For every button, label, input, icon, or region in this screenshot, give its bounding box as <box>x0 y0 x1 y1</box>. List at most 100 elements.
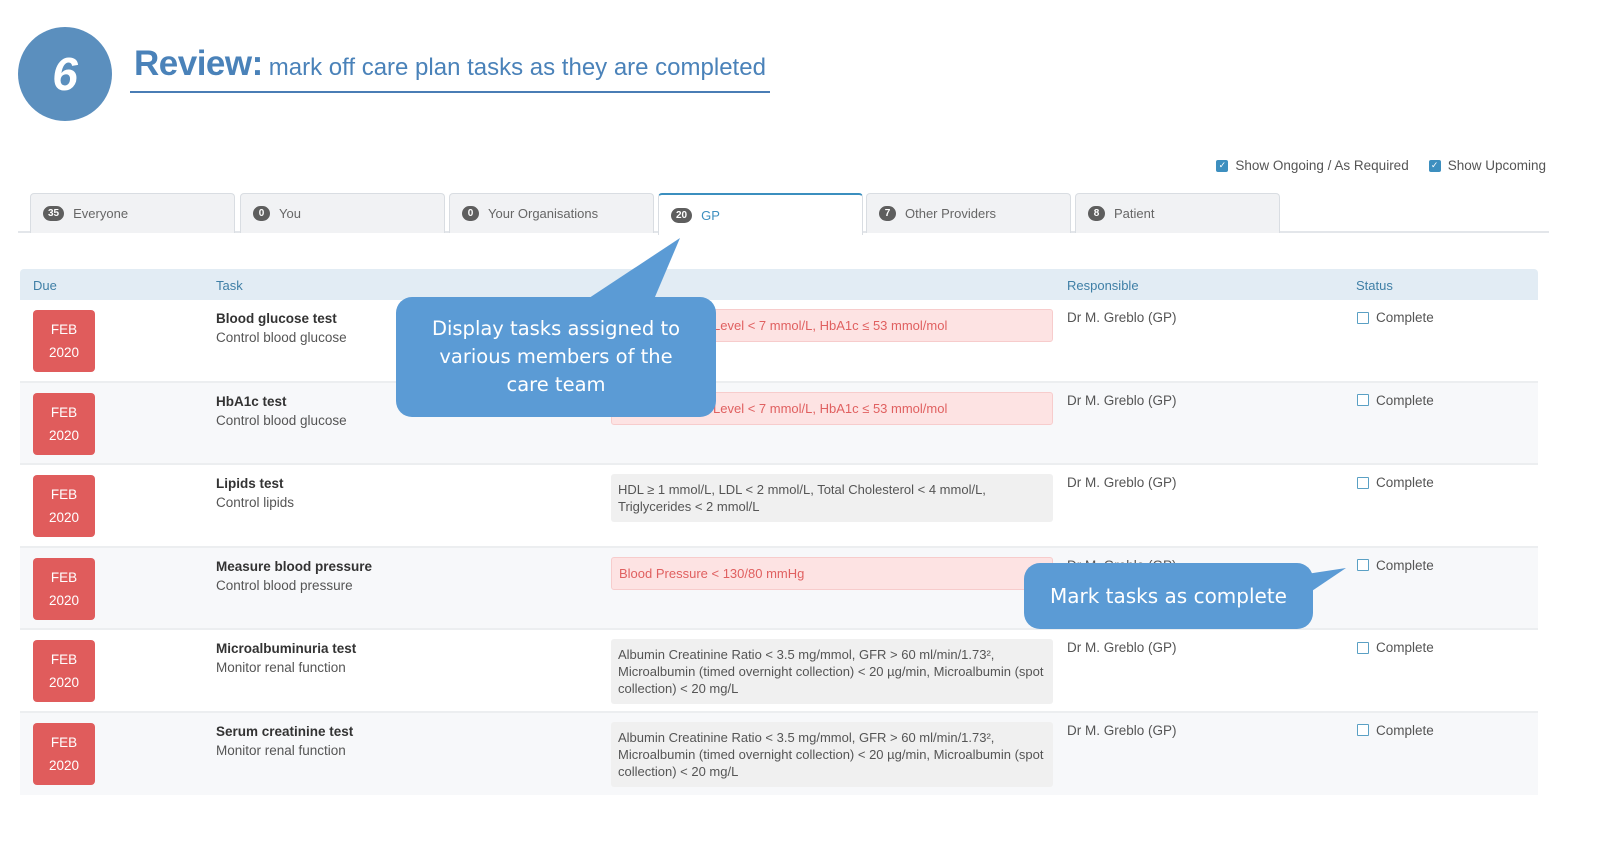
due-date-badge: FEB 2020 <box>33 310 95 372</box>
task-name[interactable]: Lipids test <box>216 476 294 491</box>
responsible-person: Dr M. Greblo (GP) <box>1067 722 1177 738</box>
callout-care-team: Display tasks assigned to various member… <box>396 297 716 417</box>
table-header: Due Task Responsible Status <box>20 269 1538 300</box>
task-category: Control blood pressure <box>216 577 353 593</box>
due-month: FEB <box>50 404 78 420</box>
checkbox-checked-icon[interactable]: ✓ <box>1428 159 1441 172</box>
task-name[interactable]: Microalbuminuria test <box>216 641 356 656</box>
task-cell: Serum creatinine test Monitor renal func… <box>216 724 353 758</box>
checkbox-unchecked-icon[interactable] <box>1357 476 1369 489</box>
due-month: FEB <box>50 487 78 502</box>
checkbox-unchecked-icon[interactable] <box>1357 559 1369 571</box>
heading-underline <box>130 91 770 93</box>
show-ongoing-checkbox[interactable]: ✓ Show Ongoing / As Required <box>1216 158 1409 173</box>
task-name[interactable]: Blood glucose test <box>216 311 347 326</box>
checkbox-unchecked-icon[interactable] <box>1357 641 1369 654</box>
complete-checkbox[interactable]: Complete <box>1357 558 1434 573</box>
tab-your-organisations[interactable]: 0 Your Organisations <box>449 193 654 233</box>
task-category: Control blood glucose <box>216 330 347 345</box>
tab-count-badge: 20 <box>671 207 693 223</box>
page-heading: Review: mark off care plan tasks as they … <box>134 44 766 84</box>
filter-options: ✓ Show Ongoing / As Required ✓ Show Upco… <box>1216 158 1546 173</box>
due-month: FEB <box>50 569 78 585</box>
column-header-task[interactable]: Task <box>216 278 243 293</box>
goal-target: HDL ≥ 1 mmol/L, LDL < 2 mmol/L, Total Ch… <box>611 474 1053 522</box>
task-cell: Blood glucose test Control blood glucose <box>216 311 347 345</box>
complete-label: Complete <box>1376 557 1434 573</box>
callout-mark-complete: Mark tasks as complete <box>1024 563 1313 629</box>
table-row: FEB 2020 Serum creatinine test Monitor r… <box>20 712 1538 795</box>
goal-target: Albumin Creatinine Ratio < 3.5 mg/mmol, … <box>611 721 1053 787</box>
tab-patient[interactable]: 8 Patient <box>1075 193 1280 233</box>
heading-title: Review: <box>134 44 263 83</box>
table-row: FEB 2020 Lipids test Control lipids HDL … <box>20 465 1538 548</box>
column-header-due[interactable]: Due <box>33 278 57 293</box>
due-year: 2020 <box>48 427 80 443</box>
tab-count-badge: 0 <box>462 206 479 221</box>
complete-checkbox[interactable]: Complete <box>1357 393 1434 408</box>
step-number-badge: 6 <box>18 27 112 121</box>
responsible-person: Dr M. Greblo (GP) <box>1067 310 1177 325</box>
tab-label: GP <box>701 207 720 223</box>
heading-subtitle: mark off care plan tasks as they are com… <box>268 54 766 81</box>
checkbox-unchecked-icon[interactable] <box>1357 311 1369 324</box>
goal-target: Blood Pressure < 130/80 mmHg <box>611 556 1053 590</box>
complete-label: Complete <box>1376 310 1434 325</box>
callout-pointer <box>580 238 680 304</box>
table-row: FEB 2020 Blood glucose test Control bloo… <box>20 300 1538 383</box>
tab-label: Patient <box>1114 206 1155 221</box>
complete-checkbox[interactable]: Complete <box>1357 310 1434 325</box>
table-row: FEB 2020 HbA1c test Control blood glucos… <box>20 382 1538 465</box>
task-table: Due Task Responsible Status FEB 2020 Blo… <box>20 269 1538 795</box>
responsible-person: Dr M. Greblo (GP) <box>1067 392 1177 408</box>
tab-you[interactable]: 0 You <box>240 193 445 233</box>
tab-count-badge: 8 <box>1088 206 1105 221</box>
complete-label: Complete <box>1376 392 1434 408</box>
complete-checkbox[interactable]: Complete <box>1357 723 1434 738</box>
task-cell: Measure blood pressure Control blood pre… <box>216 559 372 593</box>
tab-count-badge: 0 <box>253 206 270 221</box>
tab-everyone[interactable]: 35 Everyone <box>30 193 235 233</box>
checkbox-unchecked-icon[interactable] <box>1357 724 1369 736</box>
complete-label: Complete <box>1376 722 1434 738</box>
due-month: FEB <box>50 322 78 337</box>
task-cell: Microalbuminuria test Monitor renal func… <box>216 641 356 675</box>
task-category: Control lipids <box>216 495 295 510</box>
table-row: FEB 2020 Microalbuminuria test Monitor r… <box>20 630 1538 713</box>
task-name[interactable]: HbA1c test <box>216 394 347 409</box>
task-category: Control blood glucose <box>216 412 347 428</box>
assignee-tabs: 35 Everyone 0 You 0 Your Organisations 2… <box>18 193 1549 235</box>
responsible-person: Dr M. Greblo (GP) <box>1067 640 1177 655</box>
complete-checkbox[interactable]: Complete <box>1357 475 1434 490</box>
column-header-status[interactable]: Status <box>1356 278 1393 293</box>
tab-count-badge: 7 <box>879 206 896 221</box>
due-month: FEB <box>50 734 78 750</box>
due-date-badge: FEB 2020 <box>33 640 95 702</box>
complete-label: Complete <box>1376 640 1434 655</box>
due-year: 2020 <box>48 675 80 690</box>
tab-label: You <box>279 206 301 221</box>
tab-other-providers[interactable]: 7 Other Providers <box>866 193 1071 233</box>
task-category: Monitor renal function <box>216 660 346 675</box>
checkbox-unchecked-icon[interactable] <box>1357 394 1369 406</box>
goal-target: Albumin Creatinine Ratio < 3.5 mg/mmol, … <box>611 639 1053 704</box>
checkbox-checked-icon[interactable]: ✓ <box>1216 159 1229 172</box>
task-cell: Lipids test Control lipids <box>216 476 294 510</box>
due-year: 2020 <box>48 592 80 608</box>
tab-label: Everyone <box>73 206 129 221</box>
show-upcoming-checkbox[interactable]: ✓ Show Upcoming <box>1428 158 1546 173</box>
tab-gp[interactable]: 20 GP <box>658 193 863 235</box>
task-name[interactable]: Measure blood pressure <box>216 559 372 574</box>
due-date-badge: FEB 2020 <box>33 722 95 785</box>
task-name[interactable]: Serum creatinine test <box>216 724 353 739</box>
due-month: FEB <box>50 652 78 667</box>
complete-checkbox[interactable]: Complete <box>1357 640 1434 655</box>
due-year: 2020 <box>48 757 80 773</box>
due-date-badge: FEB 2020 <box>33 392 95 455</box>
tab-label: Your Organisations <box>488 206 599 221</box>
tab-count-badge: 35 <box>43 206 65 221</box>
due-year: 2020 <box>48 510 80 525</box>
complete-label: Complete <box>1376 475 1434 490</box>
due-date-badge: FEB 2020 <box>33 557 95 620</box>
column-header-responsible[interactable]: Responsible <box>1067 278 1139 293</box>
